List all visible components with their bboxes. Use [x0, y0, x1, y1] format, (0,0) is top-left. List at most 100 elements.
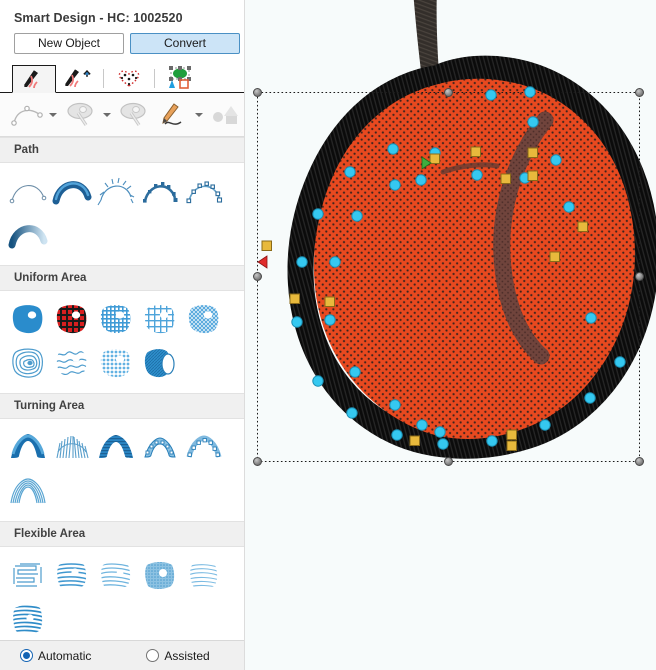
- section-header-path: Path: [0, 137, 244, 163]
- arch-contour-icon: [10, 478, 46, 504]
- fill-tube[interactable]: [138, 341, 182, 385]
- digitize-toolbar: [0, 93, 244, 137]
- fill-plaid[interactable]: [50, 297, 94, 341]
- blob-tube-icon: [144, 349, 175, 378]
- arch-comb-icon: [56, 435, 89, 459]
- fill-grid-open[interactable]: [138, 297, 182, 341]
- square-textured-icon: [145, 562, 175, 589]
- stitch-type-beaded-open[interactable]: [182, 169, 226, 213]
- tab-manual-digitize[interactable]: [12, 65, 56, 93]
- square-wave-hole-icon: [57, 563, 87, 589]
- stitch-type-satin-path[interactable]: [50, 169, 94, 213]
- panel-title: Smart Design - HC: 1002520: [14, 11, 183, 25]
- section-turning-area-items: [0, 419, 244, 521]
- magic-wand-icon: [67, 102, 93, 126]
- section-uniform-area-items: [0, 291, 244, 393]
- panel-action-buttons: New Object Convert: [0, 33, 244, 62]
- arc-beads-open-icon: [186, 181, 223, 204]
- curve-node-tool[interactable]: [8, 98, 46, 132]
- blob-stipple-icon: [56, 351, 87, 376]
- flex-wave-light[interactable]: [94, 553, 138, 597]
- tab-objects[interactable]: [158, 64, 202, 92]
- convert-button[interactable]: Convert: [130, 33, 240, 54]
- design-canvas[interactable]: [245, 0, 656, 670]
- fill-dotted[interactable]: [94, 341, 138, 385]
- magic-wand-tool-dropdown[interactable]: [100, 98, 113, 132]
- stitch-type-beaded[interactable]: [138, 169, 182, 213]
- square-wave-fine-icon: [190, 564, 218, 589]
- radio-automatic[interactable]: Automatic: [20, 649, 91, 663]
- turning-beaded[interactable]: [138, 425, 182, 469]
- square-wave-light-icon: [101, 563, 131, 589]
- magic-wand-alt-tool[interactable]: [114, 98, 152, 132]
- turning-ridged[interactable]: [94, 425, 138, 469]
- chevron-down-icon: [49, 112, 58, 117]
- curve-node-tool-dropdown[interactable]: [47, 98, 60, 132]
- tab-outline-shape[interactable]: [107, 64, 151, 92]
- fill-stipple[interactable]: [50, 341, 94, 385]
- blob-solid-icon: [12, 305, 43, 334]
- radio-assisted-indicator: [146, 649, 160, 662]
- section-header-turning-area: Turning Area: [0, 393, 244, 419]
- pencil-line-icon: [162, 102, 182, 125]
- fill-grid-dense[interactable]: [94, 297, 138, 341]
- section-header-uniform-area: Uniform Area: [0, 265, 244, 291]
- apple-embroidery-design[interactable]: [245, 0, 656, 670]
- freehand-pencil-tool[interactable]: [153, 98, 191, 132]
- blob-grid-dense-icon: [100, 305, 131, 334]
- flex-wave-hole[interactable]: [50, 553, 94, 597]
- flex-textured[interactable]: [138, 553, 182, 597]
- selection-handle-middle-right[interactable]: [635, 272, 644, 281]
- pen-stroke-icon: [23, 70, 38, 89]
- stitch-type-run[interactable]: [6, 169, 50, 213]
- radio-assisted[interactable]: Assisted: [146, 649, 210, 663]
- selection-handle-top-center[interactable]: [444, 88, 453, 97]
- flex-wave-fine[interactable]: [182, 553, 226, 597]
- selection-handle-bottom-center[interactable]: [444, 457, 453, 466]
- selection-handle-bottom-right[interactable]: [635, 457, 644, 466]
- selection-handle-top-right[interactable]: [635, 88, 644, 97]
- magic-wand-tool[interactable]: [61, 98, 99, 132]
- freehand-pencil-tool-dropdown[interactable]: [192, 98, 205, 132]
- stitch-type-candlewick[interactable]: [94, 169, 138, 213]
- heart-dotted-icon: [118, 70, 140, 87]
- blob-dotted-icon: [100, 349, 131, 378]
- chevron-down-icon: [194, 112, 203, 117]
- tab-separator-2: [154, 68, 155, 88]
- blob-echo-icon: [12, 348, 43, 378]
- selection-handle-bottom-left[interactable]: [253, 457, 262, 466]
- pen-stroke-star-icon: [65, 69, 91, 88]
- arch-beads-open-icon: [186, 435, 222, 458]
- tab-auto-digitize[interactable]: [56, 64, 100, 92]
- blob-plaid-icon: [56, 305, 87, 334]
- shapes-tool[interactable]: [206, 98, 244, 132]
- square-maze-icon: [13, 563, 42, 587]
- blob-grid-open-icon: [144, 305, 175, 334]
- section-header-flexible-area: Flexible Area: [0, 521, 244, 547]
- turning-satin-solid[interactable]: [6, 425, 50, 469]
- flex-maze[interactable]: [6, 553, 50, 597]
- arc-gradient-icon: [8, 225, 48, 249]
- radio-automatic-label: Automatic: [38, 648, 92, 663]
- smart-design-panel: Smart Design - HC: 1002520 New Object Co…: [0, 0, 245, 670]
- radio-automatic-indicator: [20, 649, 33, 662]
- arc-satin-icon: [52, 181, 92, 205]
- tool-tab-bar: [0, 64, 244, 93]
- turning-contour[interactable]: [6, 469, 50, 513]
- turning-beaded-open[interactable]: [182, 425, 226, 469]
- fill-crosshatch[interactable]: [182, 297, 226, 341]
- arch-beads-icon: [144, 437, 176, 458]
- new-object-button[interactable]: New Object: [14, 33, 124, 54]
- blob-crosshatch-icon: [188, 305, 219, 334]
- turning-comb[interactable]: [50, 425, 94, 469]
- stitch-type-gallery: Path Uniform Area Turning Area Flexible …: [0, 137, 244, 640]
- fill-contour-echo[interactable]: [6, 341, 50, 385]
- arc-comb-icon: [97, 177, 135, 206]
- selection-handle-middle-left[interactable]: [253, 272, 262, 281]
- fill-solid[interactable]: [6, 297, 50, 341]
- stitch-type-gradient-path[interactable]: [6, 213, 50, 257]
- selection-handle-top-left[interactable]: [253, 88, 262, 97]
- bezier-curve-icon: [11, 105, 43, 126]
- arc-beads-filled-icon: [143, 182, 178, 203]
- flex-wave-dense[interactable]: [6, 597, 50, 640]
